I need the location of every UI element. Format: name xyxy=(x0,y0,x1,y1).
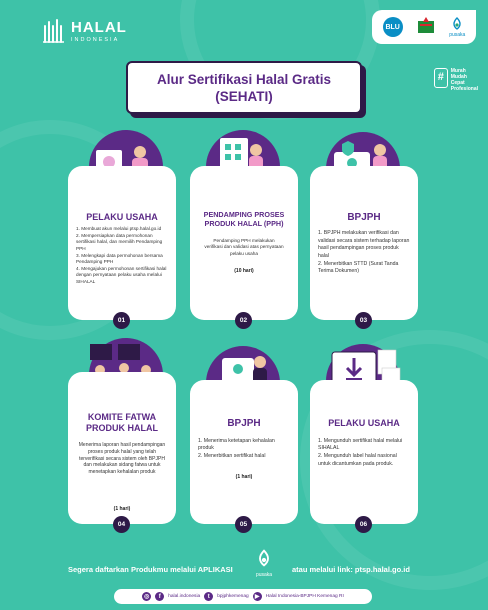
social-media-bar: ◎ f halal.indonesia t bpjphkemenag ▶ Hal… xyxy=(114,589,372,604)
kemenag-emblem-icon xyxy=(417,17,434,33)
step-text: 2. Mempersiapkan data permohonan sertifi… xyxy=(76,232,163,251)
page-title: Alur Sertifikasi Halal Gratis (SEHATI) xyxy=(126,61,362,114)
step-text: Menerima laporan hasil pendampingan pros… xyxy=(78,442,166,476)
step-text: 1. BPJPH melakukan verifikasi dan valida… xyxy=(318,230,410,259)
kemenag-logo xyxy=(416,17,436,37)
pusaka-app-logo[interactable]: pusaka xyxy=(251,549,277,579)
halal-logo-icon xyxy=(43,19,64,43)
card-title: KOMITE FATWA PRODUK HALAL xyxy=(86,412,158,433)
logo-wordmark: HALAL xyxy=(71,18,127,36)
logo-subtitle: INDONESIA xyxy=(71,36,120,43)
social-handle[interactable]: bpjphkemenag xyxy=(217,594,248,599)
card-title: BPJPH xyxy=(347,212,381,223)
card-title: BPJPH xyxy=(227,418,261,429)
pusaka-logo: pusaka xyxy=(449,16,466,38)
title-line-1: Alur Sertifikasi Halal Gratis xyxy=(156,72,332,87)
facebook-icon[interactable]: f xyxy=(155,592,165,601)
title-line-2: (SEHATI) xyxy=(215,89,273,104)
step-card-2: PENDAMPING PROSES PRODUK HALAL (PPH) Pen… xyxy=(190,166,298,320)
step-text: 1. Mengunduh sertifikat halal melalui SI… xyxy=(318,438,403,452)
step-text: 2. Mengunduh label halal nasional untuk … xyxy=(318,453,397,467)
partner-logos: BLU pusaka xyxy=(372,10,476,44)
duration: (10 hari) xyxy=(234,268,254,274)
cta-app-text: Segera daftarkan Produkmu melalui APLIKA… xyxy=(68,565,233,574)
step-text: 1. Menerima ketetapan kehalalan produk xyxy=(198,438,275,452)
step-text: 3. Melengkapi data permohonan bersama Pe… xyxy=(76,252,163,265)
youtube-icon[interactable]: ▶ xyxy=(252,592,262,601)
step-number: 05 xyxy=(235,516,252,533)
step-text: 2. Menerbitkan STTD (Surat Tanda Terima … xyxy=(318,260,399,275)
step-text: Pendamping PPH melakukan verifikasi dan … xyxy=(204,238,284,256)
step-card-3: BPJPH 1. BPJPH melakukan verifikasi dan … xyxy=(310,166,418,320)
card-steps: 1. BPJPH melakukan verifikasi dan valida… xyxy=(318,230,410,277)
duration: (1 hari) xyxy=(113,506,131,512)
card-steps: Pendamping PPH melakukan verifikasi dan … xyxy=(204,238,284,258)
tagline: # Murah Mudah Cepat Profesional xyxy=(433,68,478,92)
duration: (1 hari) xyxy=(235,474,253,480)
twitter-icon[interactable]: t xyxy=(204,592,214,601)
step-number: 03 xyxy=(355,312,372,329)
pusaka-icon xyxy=(453,16,461,30)
pusaka-icon xyxy=(259,549,269,567)
step-card-4: KOMITE FATWA PRODUK HALAL Menerima lapor… xyxy=(68,372,176,524)
hashtag-icon: # xyxy=(433,68,448,88)
card-steps: 1. Mengunduh sertifikat halal melalui SI… xyxy=(318,438,410,469)
card-steps: 1. Membuat akun melalui ptsp.halal.go.id… xyxy=(76,226,168,286)
halal-indonesia-logo: HALAL INDONESIA xyxy=(42,18,127,44)
blu-logo: BLU xyxy=(382,17,403,37)
poster: HALAL INDONESIA BLU pusaka Alur Sertifik… xyxy=(0,0,488,610)
social-handle[interactable]: Halal Indonesia-BPJPH Kemenag RI xyxy=(266,594,344,599)
step-text: 1. Membuat akun melalui ptsp.halal.go.id xyxy=(76,226,162,231)
tagline-word: Profesional xyxy=(450,86,478,92)
pusaka-label: pusaka xyxy=(449,31,466,38)
cta-link-text[interactable]: atau melalui link: ptsp.halal.go.id xyxy=(292,565,410,574)
instagram-icon[interactable]: ◎ xyxy=(142,592,152,601)
card-title: PELAKU USAHA xyxy=(328,418,400,428)
step-text: 2. Menerbitkan sertifikat halal xyxy=(198,453,266,460)
step-number: 02 xyxy=(235,312,252,329)
step-card-5: BPJPH 1. Menerima ketetapan kehalalan pr… xyxy=(190,380,298,524)
step-number: 06 xyxy=(355,516,372,533)
pusaka-app-label: pusaka xyxy=(255,572,273,578)
social-handle[interactable]: halal.indonesia xyxy=(168,594,200,599)
card-steps: 1. Menerima ketetapan kehalalan produk 2… xyxy=(198,438,290,461)
card-title: PELAKU USAHA xyxy=(86,212,158,222)
step-number: 01 xyxy=(113,312,130,329)
step-text: 4. Mengajukan permohonan sertifikasi hal… xyxy=(76,265,167,284)
step-card-6: PELAKU USAHA 1. Mengunduh sertifikat hal… xyxy=(310,380,418,524)
card-steps: Menerima laporan hasil pendampingan pros… xyxy=(76,442,168,476)
step-card-1: PELAKU USAHA 1. Membuat akun melalui pts… xyxy=(68,166,176,320)
step-number: 04 xyxy=(113,516,130,533)
card-title: PENDAMPING PROSES PRODUK HALAL (PPH) xyxy=(203,210,285,228)
